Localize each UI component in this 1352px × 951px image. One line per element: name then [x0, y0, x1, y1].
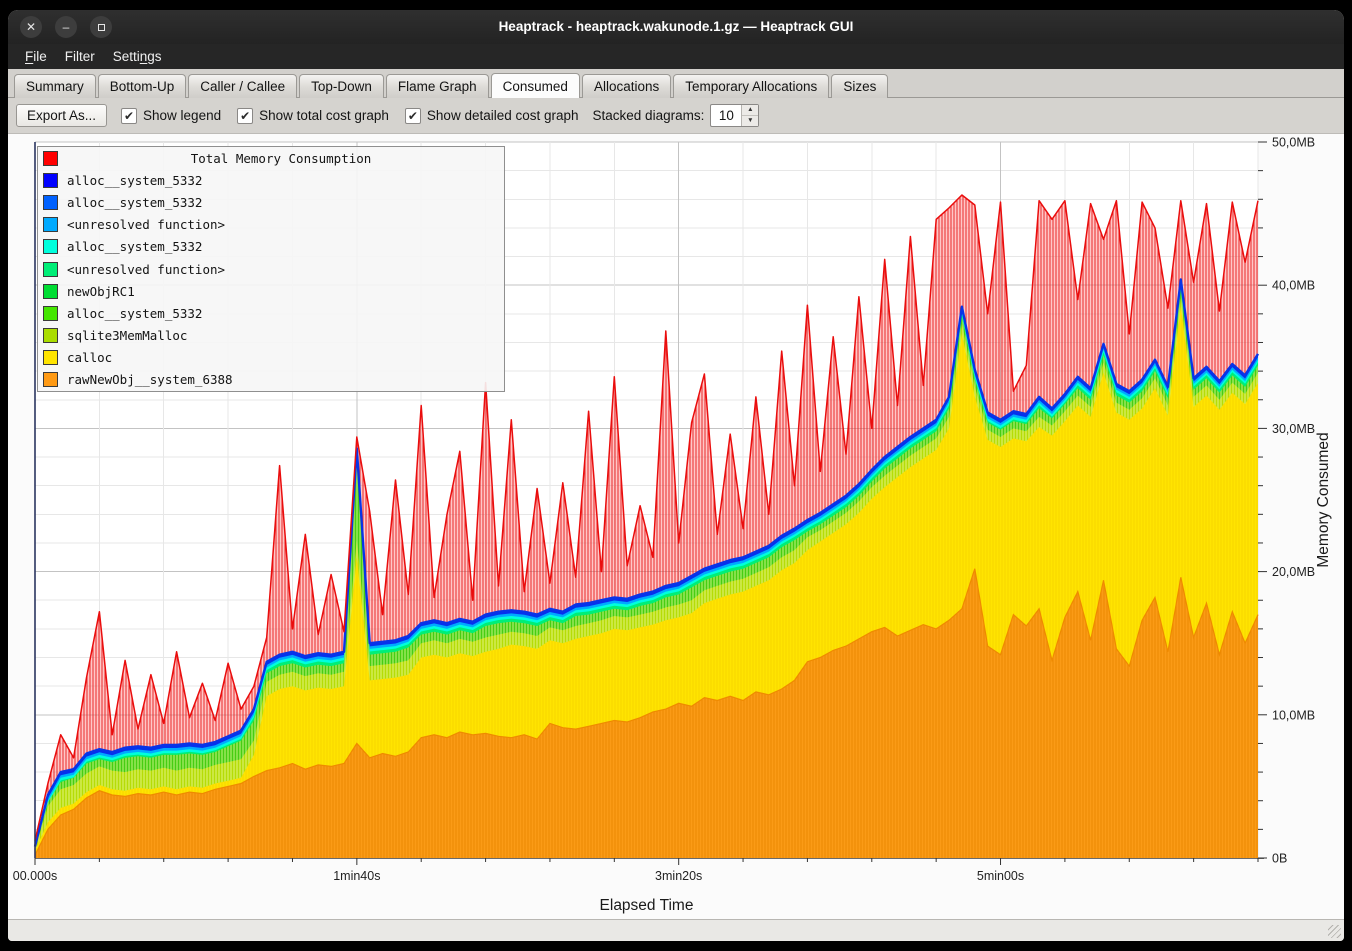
tab-consumed[interactable]: Consumed [491, 73, 580, 98]
legend-item: newObjRC1 [38, 280, 504, 302]
y-tick-label: 20,0MB [1272, 565, 1315, 579]
memory-consumed-chart: 0B 10,0MB 20,0MB 30,0MB 40,0MB 50,0MB 00.000s 1… [8, 134, 1344, 919]
window-title: Heaptrack - heaptrack.wakunode.1.gz — He… [8, 10, 1344, 44]
legend-swatch [43, 306, 58, 321]
legend-item: alloc__system_5332 [38, 302, 504, 324]
checkbox-box[interactable]: ✔ [405, 108, 421, 124]
tab-sizes[interactable]: Sizes [831, 74, 888, 98]
export-as-button[interactable]: Export As... [16, 104, 107, 127]
legend-item: <unresolved function> [38, 214, 504, 236]
legend-item: sqlite3MemMalloc [38, 325, 504, 347]
y-tick-label: 50,0MB [1272, 136, 1315, 150]
x-axis-title: Elapsed Time [600, 897, 694, 914]
checkbox-box[interactable]: ✔ [237, 108, 253, 124]
legend-label: <unresolved function> [58, 217, 225, 232]
stacked-diagrams-spinbox[interactable]: 10 ▲ ▼ [710, 104, 759, 127]
y-tick-label: 10,0MB [1272, 708, 1315, 722]
title-bar: ✕ – Heaptrack - heaptrack.wakunode.1.gz … [8, 10, 1344, 44]
stacked-diagrams-value[interactable]: 10 [711, 105, 741, 126]
legend-label: Total Memory Consumption [58, 151, 504, 166]
tab-top-down[interactable]: Top-Down [299, 74, 384, 98]
legend-label: calloc [58, 350, 112, 365]
spin-down-button[interactable]: ▼ [742, 116, 758, 126]
spin-up-button[interactable]: ▲ [742, 105, 758, 116]
legend-label: sqlite3MemMalloc [58, 328, 187, 343]
legend-label: alloc__system_5332 [58, 173, 202, 188]
y-axis-title: Memory Consumed [1315, 432, 1332, 567]
tab-allocations[interactable]: Allocations [582, 74, 671, 98]
chart-legend: Total Memory Consumption alloc__system_53… [37, 146, 505, 392]
legend-label: alloc__system_5332 [58, 306, 202, 321]
legend-swatch [43, 217, 58, 232]
resize-grip[interactable] [1328, 925, 1341, 938]
checkbox-show-total-cost-graph[interactable]: ✔ Show total cost graph [237, 108, 389, 124]
status-bar [8, 919, 1344, 941]
menu-settings[interactable]: Settings [104, 46, 171, 67]
legend-swatch [43, 372, 58, 387]
x-tick-label: 5min00s [977, 869, 1024, 883]
legend-swatch [43, 239, 58, 254]
menu-bar: FileFilterSettings [8, 44, 1344, 69]
checkbox-label: Show total cost graph [259, 108, 389, 123]
tab-flame-graph[interactable]: Flame Graph [386, 74, 489, 98]
tab-summary[interactable]: Summary [14, 74, 96, 98]
y-tick-label: 40,0MB [1272, 279, 1315, 293]
tab-caller-callee[interactable]: Caller / Callee [188, 74, 297, 98]
toolbar: Export As... ✔ Show legend ✔ Show total cos… [8, 98, 1344, 134]
tab-bottom-up[interactable]: Bottom-Up [98, 74, 187, 98]
tab-bar: SummaryBottom-UpCaller / CalleeTop-DownF… [8, 69, 1344, 98]
legend-item: rawNewObj__system_6388 [38, 369, 504, 391]
tab-temporary-allocations[interactable]: Temporary Allocations [673, 74, 829, 98]
legend-item: calloc [38, 347, 504, 369]
legend-swatch [43, 284, 58, 299]
x-tick-label: 3min20s [655, 869, 702, 883]
menu-file[interactable]: File [16, 46, 56, 67]
legend-item: Total Memory Consumption [38, 147, 504, 169]
legend-swatch [43, 151, 58, 166]
checkbox-show-detailed-cost-graph[interactable]: ✔ Show detailed cost graph [405, 108, 579, 124]
checkbox-show-legend[interactable]: ✔ Show legend [121, 108, 221, 124]
x-tick-label: 00.000s [13, 869, 57, 883]
stacked-diagrams-label: Stacked diagrams: [593, 108, 705, 123]
y-tick-label: 30,0MB [1272, 422, 1315, 436]
legend-item: alloc__system_5332 [38, 236, 504, 258]
legend-swatch [43, 173, 58, 188]
legend-label: rawNewObj__system_6388 [58, 372, 233, 387]
legend-swatch [43, 350, 58, 365]
legend-swatch [43, 328, 58, 343]
checkbox-box[interactable]: ✔ [121, 108, 137, 124]
menu-filter[interactable]: Filter [56, 46, 104, 67]
legend-swatch [43, 262, 58, 277]
y-tick-label: 0B [1272, 852, 1287, 866]
legend-item: <unresolved function> [38, 258, 504, 280]
legend-label: <unresolved function> [58, 262, 225, 277]
legend-swatch [43, 195, 58, 210]
checkbox-label: Show legend [143, 108, 221, 123]
checkbox-label: Show detailed cost graph [427, 108, 579, 123]
x-tick-label: 1min40s [333, 869, 380, 883]
legend-label: alloc__system_5332 [58, 195, 202, 210]
legend-item: alloc__system_5332 [38, 169, 504, 191]
legend-item: alloc__system_5332 [38, 191, 504, 213]
legend-label: newObjRC1 [58, 284, 135, 299]
legend-label: alloc__system_5332 [58, 239, 202, 254]
app-window: ✕ – Heaptrack - heaptrack.wakunode.1.gz … [8, 10, 1344, 941]
